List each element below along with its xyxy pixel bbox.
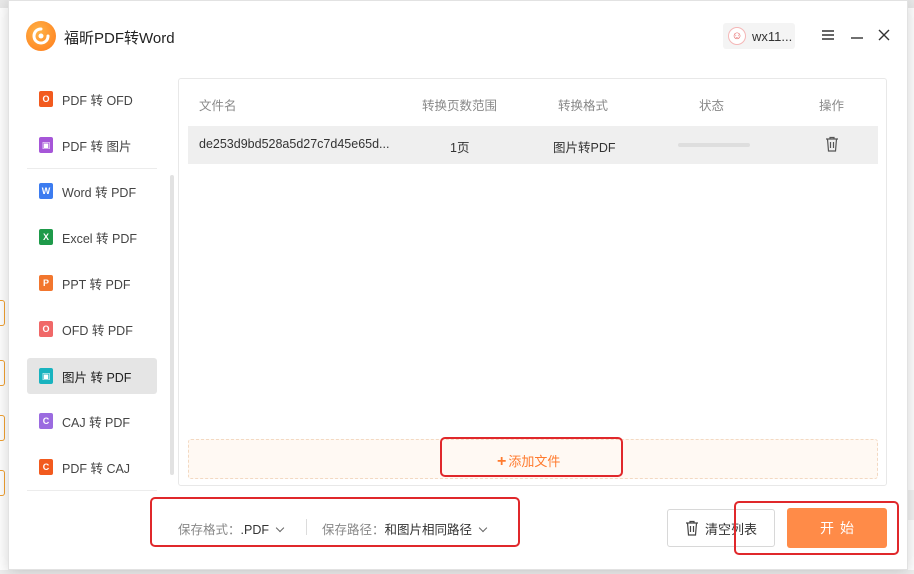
column-format: 转换格式 (558, 99, 609, 113)
table-header: 文件名 转换页数范围 转换格式 状态 操作 (179, 79, 886, 123)
sidebar-item-image-to-pdf[interactable]: ▣ 图片 转 PDF (27, 358, 157, 394)
app-logo-icon (26, 21, 56, 51)
ppt-icon: P (39, 275, 53, 291)
column-action: 操作 (819, 99, 845, 113)
sidebar-divider (27, 490, 157, 491)
image-pdf-icon: ▣ (39, 368, 53, 384)
sidebar-item-label: PDF 转 OFD (62, 93, 133, 108)
avatar: ☺ (728, 27, 746, 45)
column-status: 状态 (699, 99, 725, 113)
sidebar-item-label: Word 转 PDF (62, 185, 137, 200)
image-icon: ▣ (39, 137, 53, 153)
highlight-start (734, 501, 899, 555)
page-range[interactable]: 1页 (450, 137, 469, 156)
background-app-tabs (0, 300, 6, 500)
sidebar: O PDF 转 OFD ▣ PDF 转 图片 W Word 转 PDF X Ex… (27, 75, 177, 495)
sidebar-item-word-to-pdf[interactable]: W Word 转 PDF (27, 173, 157, 209)
sidebar-item-ofd-to-pdf[interactable]: O OFD 转 PDF (27, 311, 157, 347)
title-bar: 福昕PDF转Word ☺ wx11... (9, 1, 907, 67)
caj-icon: C (39, 413, 53, 429)
close-icon[interactable] (876, 27, 892, 43)
excel-icon: X (39, 229, 53, 245)
background-app-bottom (0, 570, 914, 574)
sidebar-item-label: PDF 转 图片 (62, 139, 132, 154)
sidebar-item-ppt-to-pdf[interactable]: P PPT 转 PDF (27, 265, 157, 301)
sidebar-item-label: PDF 转 CAJ (62, 461, 131, 476)
trash-icon (685, 520, 698, 536)
status-progress-bar (678, 143, 750, 147)
column-filename: 文件名 (199, 99, 237, 113)
table-row[interactable]: de253d9bd528a5d27c7d45e65d... 1页 图片转PDF (188, 126, 878, 164)
sidebar-item-excel-to-pdf[interactable]: X Excel 转 PDF (27, 219, 157, 255)
menu-icon[interactable] (820, 27, 836, 43)
user-name: wx11... (752, 28, 793, 44)
ofd-icon: O (39, 91, 53, 107)
sidebar-item-caj-to-pdf[interactable]: C CAJ 转 PDF (27, 403, 157, 439)
user-account[interactable]: ☺ wx11... (723, 23, 795, 49)
ofd-pdf-icon: O (39, 321, 53, 337)
sidebar-divider (27, 168, 157, 169)
sidebar-item-pdf-to-image[interactable]: ▣ PDF 转 图片 (27, 127, 157, 163)
converter-window: 福昕PDF转Word ☺ wx11... O PDF 转 OFD ▣ PDF 转… (8, 0, 908, 570)
highlight-add-file (440, 437, 623, 477)
pdf-caj-icon: C (39, 459, 53, 475)
sidebar-item-pdf-to-ofd[interactable]: O PDF 转 OFD (27, 81, 157, 117)
sidebar-item-label: Excel 转 PDF (62, 231, 138, 246)
highlight-save-options (150, 497, 520, 547)
sidebar-scrollbar[interactable] (170, 175, 174, 475)
sidebar-item-label: OFD 转 PDF (62, 323, 133, 338)
app-title: 福昕PDF转Word (64, 30, 175, 47)
delete-icon[interactable] (825, 136, 839, 152)
column-page-range: 转换页数范围 (422, 99, 498, 113)
minimize-icon[interactable] (849, 27, 865, 43)
word-icon: W (39, 183, 53, 199)
file-name: de253d9bd528a5d27c7d45e65d... (199, 137, 390, 151)
file-list-panel: 文件名 转换页数范围 转换格式 状态 操作 de253d9bd528a5d27c… (178, 78, 887, 486)
sidebar-item-label: 图片 转 PDF (62, 370, 132, 385)
convert-format: 图片转PDF (553, 141, 616, 155)
sidebar-item-label: CAJ 转 PDF (62, 415, 131, 430)
sidebar-item-label: PPT 转 PDF (62, 277, 131, 292)
sidebar-item-pdf-to-caj[interactable]: C PDF 转 CAJ (27, 449, 157, 485)
